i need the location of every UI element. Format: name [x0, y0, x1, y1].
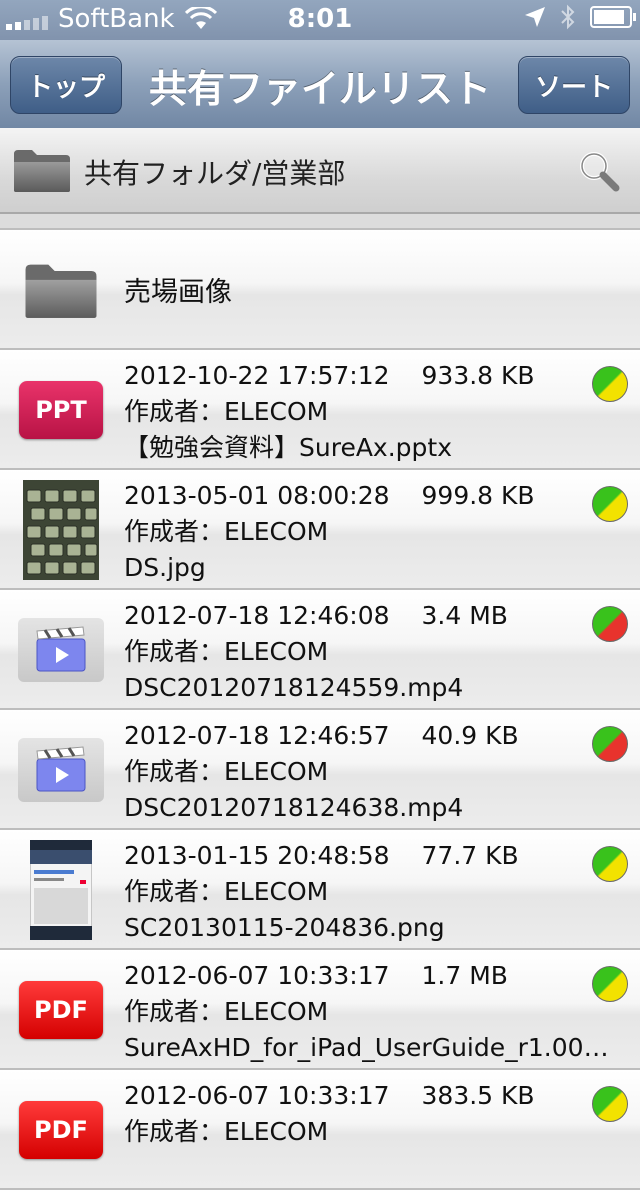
- file-thumb: PDF: [18, 970, 104, 1050]
- file-row[interactable]: PDF 2012-06-07 10:33:17 1.7 MB 作成者：ELECOM…: [0, 950, 640, 1070]
- folder-path-bar: 共有フォルダ/営業部: [0, 128, 640, 214]
- file-row[interactable]: 2012-07-18 12:46:08 3.4 MB 作成者：ELECOM DSC…: [0, 590, 640, 710]
- status-indicator-icon: [592, 846, 628, 882]
- file-info: 2012-07-18 12:46:57 40.9 KB 作成者：ELECOM DS…: [124, 718, 624, 826]
- file-row[interactable]: 2012-07-18 12:46:57 40.9 KB 作成者：ELECOM DS…: [0, 710, 640, 830]
- file-thumb: PDF: [18, 1090, 104, 1170]
- file-info: 2012-06-07 10:33:17 1.7 MB 作成者：ELECOM Sur…: [124, 958, 624, 1066]
- file-name: DSC20120718124638.mp4: [124, 793, 464, 822]
- file-size: 1.7 MB: [421, 961, 508, 990]
- list-spacer: [0, 214, 640, 230]
- file-info: 2012-07-18 12:46:08 3.4 MB 作成者：ELECOM DSC…: [124, 598, 624, 706]
- image-thumbnail-icon: [23, 480, 99, 580]
- file-author: 作成者：ELECOM: [124, 637, 329, 666]
- folder-thumb: [18, 250, 104, 330]
- status-indicator-icon: [592, 726, 628, 762]
- file-name: DS.jpg: [124, 553, 206, 582]
- sort-button[interactable]: ソート: [518, 56, 630, 114]
- file-name: 【勉強会資料】SureAx.pptx: [124, 433, 453, 462]
- status-indicator-icon: [592, 1086, 628, 1122]
- file-size: 999.8 KB: [421, 481, 535, 510]
- file-datetime: 2012-07-18 12:46:57: [124, 721, 390, 750]
- file-name: DSC20120718124559.mp4: [124, 673, 464, 702]
- file-author: 作成者：ELECOM: [124, 757, 329, 786]
- file-datetime: 2012-06-07 10:33:17: [124, 961, 390, 990]
- navigation-bar: トップ 共有ファイルリスト ソート: [0, 40, 640, 129]
- screenshot-thumbnail-icon: [30, 840, 92, 940]
- video-icon: [18, 618, 104, 682]
- status-indicator-icon: [592, 486, 628, 522]
- file-thumb: [18, 480, 104, 580]
- folder-row[interactable]: 売場画像: [0, 230, 640, 350]
- status-bar: SoftBank 8:01: [0, 0, 640, 40]
- file-size: 77.7 KB: [421, 841, 519, 870]
- search-icon[interactable]: [578, 150, 620, 192]
- file-thumb: PPT: [18, 370, 104, 450]
- file-datetime: 2012-07-18 12:46:08: [124, 601, 390, 630]
- file-name: SC20130115-204836.png: [124, 913, 445, 942]
- status-right: [524, 4, 636, 30]
- folder-path-label: 共有フォルダ/営業部: [84, 157, 346, 190]
- file-thumb: [18, 840, 104, 940]
- file-info: 2013-01-15 20:48:58 77.7 KB 作成者：ELECOM SC…: [124, 838, 624, 946]
- file-size: 40.9 KB: [421, 721, 519, 750]
- location-icon: [525, 7, 545, 27]
- pdf-icon: PDF: [19, 1101, 103, 1159]
- file-row[interactable]: PPT 2012-10-22 17:57:12 933.8 KB 作成者：ELEC…: [0, 350, 640, 470]
- bluetooth-icon: [561, 4, 575, 30]
- file-name: SureAxHD_for_iPad_UserGuide_r1.00…: [124, 1033, 609, 1062]
- file-info: 2012-06-07 10:33:17 383.5 KB 作成者：ELECOM: [124, 1078, 624, 1150]
- file-author: 作成者：ELECOM: [124, 877, 329, 906]
- file-datetime: 2012-10-22 17:57:12: [124, 361, 390, 390]
- pdf-icon: PDF: [19, 981, 103, 1039]
- file-thumb: [18, 610, 104, 690]
- file-author: 作成者：ELECOM: [124, 997, 329, 1026]
- file-info: 2013-05-01 08:00:28 999.8 KB 作成者：ELECOM D…: [124, 478, 624, 586]
- file-author: 作成者：ELECOM: [124, 397, 329, 426]
- ppt-icon: PPT: [19, 381, 103, 439]
- file-row[interactable]: PDF 2012-06-07 10:33:17 383.5 KB 作成者：ELEC…: [0, 1070, 640, 1190]
- video-icon: [18, 738, 104, 802]
- folder-icon: [25, 264, 97, 318]
- status-indicator-icon: [592, 966, 628, 1002]
- status-indicator-icon: [592, 366, 628, 402]
- file-info: 2012-10-22 17:57:12 933.8 KB 作成者：ELECOM 【…: [124, 358, 624, 466]
- file-list: 売場画像 PPT 2012-10-22 17:57:12 933.8 KB 作成者…: [0, 230, 640, 1190]
- file-size: 933.8 KB: [421, 361, 535, 390]
- folder-name: 売場画像: [124, 277, 232, 308]
- file-row[interactable]: 2013-05-01 08:00:28 999.8 KB 作成者：ELECOM D…: [0, 470, 640, 590]
- file-datetime: 2012-06-07 10:33:17: [124, 1081, 390, 1110]
- file-row[interactable]: 2013-01-15 20:48:58 77.7 KB 作成者：ELECOM SC…: [0, 830, 640, 950]
- file-author: 作成者：ELECOM: [124, 1117, 329, 1146]
- file-thumb: [18, 730, 104, 810]
- status-indicator-icon: [592, 606, 628, 642]
- file-datetime: 2013-01-15 20:48:58: [124, 841, 390, 870]
- file-datetime: 2013-05-01 08:00:28: [124, 481, 390, 510]
- battery-icon: [590, 6, 636, 28]
- file-author: 作成者：ELECOM: [124, 517, 329, 546]
- file-size: 383.5 KB: [421, 1081, 535, 1110]
- folder-icon: [14, 150, 70, 192]
- file-size: 3.4 MB: [421, 601, 508, 630]
